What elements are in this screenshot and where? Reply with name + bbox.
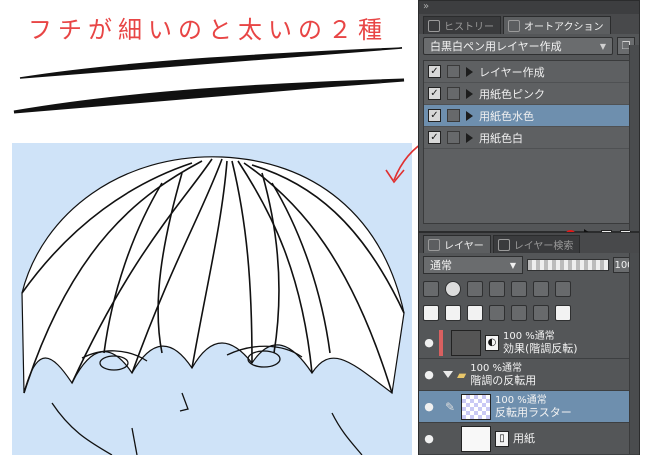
action-label: 用紙色白 (479, 131, 523, 145)
hair-illustration (21, 156, 405, 455)
blend-mode-dropdown[interactable]: 通常 ▼ (423, 256, 523, 274)
thick-stroke (13, 78, 405, 114)
action-enable-checkbox[interactable]: ✓ (428, 131, 441, 144)
eye-icon[interactable]: ● (419, 400, 439, 413)
auto-action-panel: » ヒストリー オートアクション 白黒白ペン用レイヤー作成 ▼ ❐ ✓ レイヤー… (418, 0, 640, 241)
expand-triangle-icon[interactable] (466, 110, 473, 121)
layer-item-effect[interactable]: ● ◐ 100 %通常 効果(階調反転) (419, 327, 639, 359)
tone-curve-icon: ◐ (485, 334, 499, 351)
opacity-slider[interactable] (527, 259, 609, 271)
expand-triangle-icon[interactable] (466, 132, 473, 143)
tab-auto-action-label: オートアクション (524, 22, 604, 33)
new-vector-layer-icon[interactable] (445, 305, 461, 321)
new-folder-icon[interactable] (467, 305, 483, 321)
layer-name: 反転用ラスター (495, 405, 572, 419)
merge-down-icon[interactable] (511, 305, 527, 321)
layer-tabbar: レイヤー レイヤー検索 (419, 233, 639, 253)
action-set-dropdown[interactable]: 白黒白ペン用レイヤー作成 ▼ (423, 37, 613, 55)
folder-icon: ▰ (457, 367, 467, 382)
thin-stroke (19, 47, 403, 79)
auto-action-tabbar: ヒストリー オートアクション (419, 14, 639, 34)
tab-layer[interactable]: レイヤー (423, 235, 491, 253)
layer-toolbar-2 (419, 301, 639, 325)
action-enable-checkbox[interactable]: ✓ (428, 87, 441, 100)
layer-toolbar-1 (419, 277, 639, 301)
action-enable-checkbox[interactable]: ✓ (428, 109, 441, 122)
panel-grip[interactable]: » (419, 1, 639, 14)
mask-icon[interactable] (445, 281, 461, 297)
action-item-create-layer[interactable]: ✓ レイヤー作成 (424, 61, 634, 83)
layer-icon (428, 238, 440, 251)
reference-icon[interactable] (489, 281, 505, 297)
action-label: 用紙色水色 (479, 109, 534, 123)
layer-panel: レイヤー レイヤー検索 通常 ▼ 100 ● ◐ 100 %通常 効果(階調反転… (418, 232, 640, 455)
action-dialog-toggle[interactable] (447, 109, 460, 122)
layer-list: ● ◐ 100 %通常 効果(階調反転) ● ▰ 100 %通常 階調の反転用 … (419, 327, 639, 455)
action-label: レイヤー作成 (479, 65, 545, 79)
tab-auto-action[interactable]: オートアクション (503, 16, 611, 34)
pen-icon: ✎ (444, 399, 456, 414)
layer-item-raster[interactable]: ● ✎ 100 %通常 反転用ラスター (419, 391, 639, 423)
expand-triangle-icon[interactable] (466, 66, 473, 77)
action-set-row: 白黒白ペン用レイヤー作成 ▼ ❐ (419, 34, 639, 58)
action-item-paper-white[interactable]: ✓ 用紙色白 (424, 127, 634, 149)
paper-icon: ▯ (495, 430, 509, 447)
layer-thumbnail (461, 393, 491, 420)
eye-icon[interactable]: ● (419, 336, 439, 349)
layer-search-icon (497, 238, 510, 251)
layer-opacity-mode: 100 %通常 (470, 362, 523, 374)
draft-icon[interactable] (511, 281, 527, 297)
auto-action-icon (508, 19, 520, 32)
blend-mode-value: 通常 (430, 259, 452, 272)
folder-expand-icon[interactable] (443, 371, 453, 378)
layer-opacity-mode: 100 %通常 (503, 330, 555, 342)
action-set-name: 白黒白ペン用レイヤー作成 (430, 40, 562, 53)
action-dialog-toggle[interactable] (447, 131, 460, 144)
history-icon (428, 19, 440, 32)
action-label: 用紙色ピンク (479, 87, 545, 101)
delete-layer-icon[interactable] (555, 305, 571, 321)
tab-history-label: ヒストリー (444, 22, 494, 33)
tab-layer-label: レイヤー (444, 241, 484, 252)
transfer-down-icon[interactable] (489, 305, 505, 321)
action-item-paper-lightblue[interactable]: ✓ 用紙色水色 (424, 105, 634, 127)
stroke-samples (13, 47, 405, 114)
eye-icon[interactable]: ● (419, 368, 439, 381)
chevron-down-icon: ▼ (509, 260, 516, 270)
drawing-canvas[interactable] (12, 143, 412, 455)
mask-add-icon[interactable] (533, 305, 549, 321)
expand-triangle-icon[interactable] (466, 88, 473, 99)
tab-layer-search[interactable]: レイヤー検索 (492, 235, 581, 253)
collapse-icon[interactable]: » (423, 1, 429, 12)
layer-opacity-mode: 100 %通常 (495, 394, 547, 406)
layer-thumbnail (451, 329, 481, 356)
action-dialog-toggle[interactable] (447, 65, 460, 78)
lock-icon[interactable] (533, 281, 549, 297)
action-dialog-toggle[interactable] (447, 87, 460, 100)
layer-scrollbar[interactable] (629, 253, 639, 454)
lock-transparency-icon[interactable] (555, 281, 571, 297)
action-scrollbar[interactable] (629, 45, 639, 231)
action-list: ✓ レイヤー作成 ✓ 用紙色ピンク ✓ 用紙色水色 ✓ 用紙色白 (423, 60, 635, 224)
blend-row: 通常 ▼ 100 (419, 253, 639, 277)
eye-icon[interactable]: ● (419, 432, 439, 445)
clip-icon[interactable] (467, 281, 483, 297)
new-raster-layer-icon[interactable] (423, 305, 439, 321)
layer-thumbnail (461, 425, 491, 452)
tab-history[interactable]: ヒストリー (423, 16, 501, 34)
layer-name: 効果(階調反転) (503, 341, 578, 355)
layer-color-tag (439, 329, 443, 356)
layer-name: 階調の反転用 (470, 373, 537, 387)
color-select-icon[interactable] (423, 281, 439, 297)
chevron-down-icon: ▼ (599, 41, 606, 51)
layer-item-paper[interactable]: ● ▯ 用紙 (419, 423, 639, 455)
layer-name: 用紙 (513, 431, 535, 445)
action-enable-checkbox[interactable]: ✓ (428, 65, 441, 78)
tab-layer-search-label: レイヤー検索 (513, 241, 574, 252)
action-item-paper-pink[interactable]: ✓ 用紙色ピンク (424, 83, 634, 105)
layer-item-folder[interactable]: ● ▰ 100 %通常 階調の反転用 (419, 359, 639, 391)
